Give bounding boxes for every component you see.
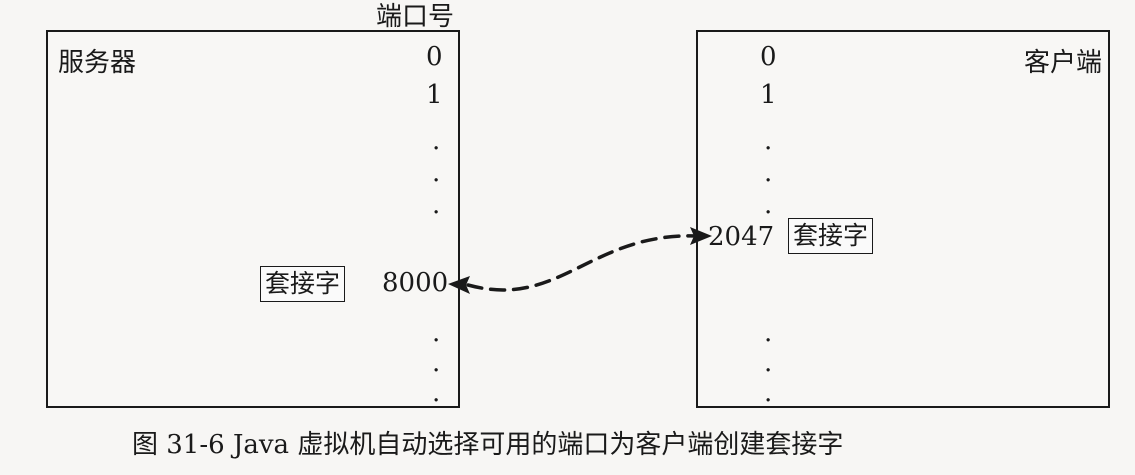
figure-caption: 图 31-6 Java 虚拟机自动选择可用的端口为客户端创建套接字: [132, 430, 844, 460]
connection-arrow: [448, 227, 712, 294]
